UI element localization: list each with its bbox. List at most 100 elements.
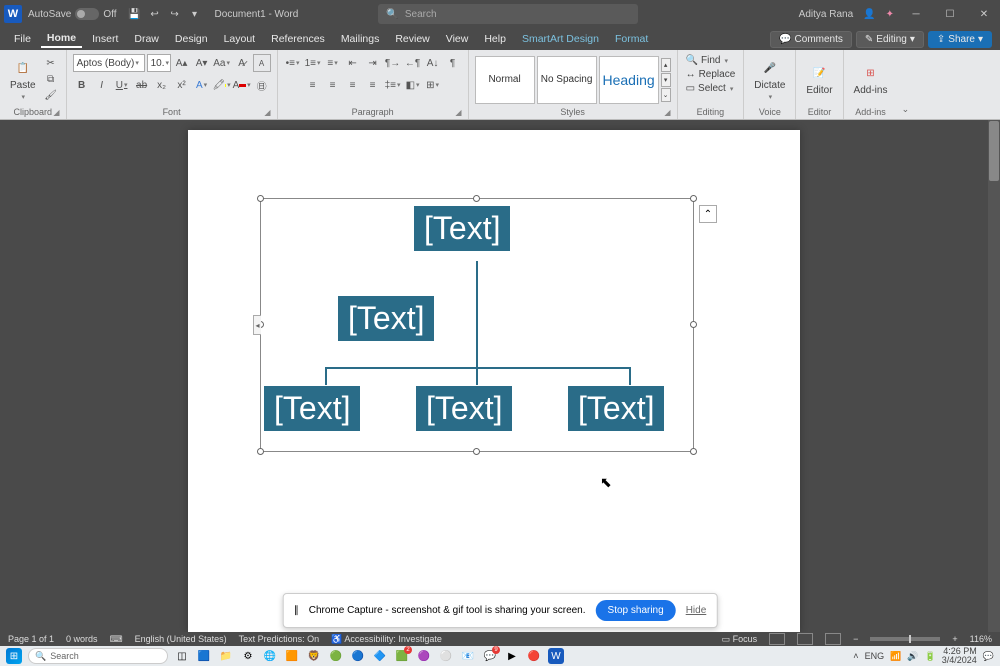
- smartart-selection[interactable]: ◂ ⌃ [Text] [Text] [Text] [Text] [Text]: [260, 198, 694, 452]
- justify-icon[interactable]: ≡: [364, 76, 382, 94]
- dictate-button[interactable]: 🎤 Dictate▾: [750, 56, 789, 103]
- tab-draw[interactable]: Draw: [128, 31, 165, 47]
- underline-button[interactable]: U▾: [113, 76, 131, 94]
- show-marks-icon[interactable]: ¶: [444, 54, 462, 72]
- taskbar-app-opera[interactable]: 🔴: [526, 648, 542, 664]
- editor-button[interactable]: 📝 Editor: [802, 61, 836, 98]
- tab-view[interactable]: View: [440, 31, 475, 47]
- zoom-level[interactable]: 116%: [970, 634, 992, 644]
- status-predictions[interactable]: Text Predictions: On: [239, 634, 320, 644]
- search-box[interactable]: 🔍 Search: [378, 4, 638, 24]
- taskbar-app-1[interactable]: 🟦: [196, 648, 212, 664]
- focus-mode-button[interactable]: ▭ Focus: [722, 634, 758, 645]
- tab-layout[interactable]: Layout: [218, 31, 262, 47]
- user-name[interactable]: Aditya Rana: [799, 9, 853, 20]
- tab-file[interactable]: File: [8, 31, 37, 47]
- zoom-out-icon[interactable]: −: [853, 634, 858, 644]
- taskbar-app-settings[interactable]: ⚙: [240, 648, 256, 664]
- status-page[interactable]: Page 1 of 1: [8, 634, 54, 644]
- style-normal[interactable]: Normal: [475, 56, 535, 104]
- font-launcher-icon[interactable]: ◢: [264, 108, 270, 117]
- save-icon[interactable]: 💾: [125, 4, 145, 24]
- maximize-button[interactable]: ☐: [938, 2, 962, 26]
- layout-options-icon[interactable]: ⌃: [699, 205, 717, 223]
- taskbar-app-explorer[interactable]: 📁: [218, 648, 234, 664]
- phonetic-icon[interactable]: A: [253, 54, 271, 72]
- sort-icon[interactable]: A↓: [424, 54, 442, 72]
- taskbar-app-11[interactable]: ▶: [504, 648, 520, 664]
- italic-button[interactable]: I: [93, 76, 111, 94]
- stop-sharing-button[interactable]: Stop sharing: [596, 600, 676, 621]
- paste-button[interactable]: 📋 Paste ▾: [6, 56, 40, 103]
- tray-battery-icon[interactable]: 🔋: [925, 651, 936, 662]
- styles-launcher-icon[interactable]: ◢: [664, 108, 670, 117]
- font-name-combo[interactable]: Aptos (Body)▾: [73, 54, 145, 72]
- clipboard-launcher-icon[interactable]: ◢: [53, 108, 59, 117]
- taskbar-app-7[interactable]: 🟣: [416, 648, 432, 664]
- shading-icon[interactable]: ◧▾: [404, 76, 422, 94]
- taskbar-app-9[interactable]: 📧: [460, 648, 476, 664]
- copy-icon[interactable]: ⧉: [42, 73, 60, 87]
- tab-mailings[interactable]: Mailings: [335, 31, 386, 47]
- tab-help[interactable]: Help: [478, 31, 512, 47]
- document-area[interactable]: ◂ ⌃ [Text] [Text] [Text] [Text] [Text] ⬉: [0, 120, 988, 632]
- status-spellcheck-icon[interactable]: ⌨: [110, 634, 123, 645]
- close-button[interactable]: ✕: [972, 2, 996, 26]
- multilevel-icon[interactable]: ≡▾: [324, 54, 342, 72]
- hide-toast-button[interactable]: Hide: [686, 605, 707, 616]
- align-right-icon[interactable]: ≡: [344, 76, 362, 94]
- taskbar-app-5[interactable]: 🟢: [328, 648, 344, 664]
- task-view-icon[interactable]: ◫: [174, 648, 190, 664]
- taskbar-app-chrome[interactable]: 🔵: [350, 648, 366, 664]
- tray-notifications-icon[interactable]: 💬: [983, 651, 994, 662]
- status-language[interactable]: English (United States): [135, 634, 227, 644]
- subscript-button[interactable]: x₂: [153, 76, 171, 94]
- view-web-icon[interactable]: [825, 633, 841, 645]
- enclose-char-icon[interactable]: ㊐: [253, 76, 271, 94]
- taskbar-app-word[interactable]: W: [548, 648, 564, 664]
- smartart-node-5[interactable]: [Text]: [567, 385, 665, 432]
- status-accessibility[interactable]: ♿ Accessibility: Investigate: [331, 634, 442, 645]
- minimize-button[interactable]: ─: [904, 2, 928, 26]
- start-button[interactable]: ⊞: [6, 648, 22, 664]
- shrink-font-icon[interactable]: A▾: [193, 54, 211, 72]
- borders-icon[interactable]: ⊞▾: [424, 76, 442, 94]
- collapse-ribbon-icon[interactable]: ⌄: [897, 50, 913, 119]
- font-color-icon[interactable]: A▾: [233, 76, 251, 94]
- tray-chevron-icon[interactable]: ˄: [853, 651, 858, 661]
- clear-format-icon[interactable]: A̷: [233, 54, 251, 72]
- tab-design[interactable]: Design: [169, 31, 214, 47]
- smartart-node-4[interactable]: [Text]: [415, 385, 513, 432]
- tray-clock[interactable]: 4:26 PM 3/4/2024: [942, 647, 977, 665]
- format-painter-icon[interactable]: 🖌: [42, 89, 60, 103]
- find-button[interactable]: 🔍Find▾: [684, 54, 730, 67]
- addins-button[interactable]: ⊞ Add-ins: [850, 61, 892, 98]
- change-case-icon[interactable]: Aa▾: [213, 54, 231, 72]
- qat-dropdown-icon[interactable]: ▾: [185, 4, 205, 24]
- paragraph-launcher-icon[interactable]: ◢: [455, 108, 461, 117]
- style-heading[interactable]: Heading: [599, 56, 659, 104]
- tab-smartart-design[interactable]: SmartArt Design: [516, 31, 605, 47]
- bullets-icon[interactable]: •≡▾: [284, 54, 302, 72]
- bold-button[interactable]: B: [73, 76, 91, 94]
- align-center-icon[interactable]: ≡: [324, 76, 342, 94]
- taskbar-app-8[interactable]: ⚪: [438, 648, 454, 664]
- cut-icon[interactable]: ✂: [42, 57, 60, 71]
- text-pane-toggle[interactable]: ◂: [253, 315, 261, 335]
- ltr-icon[interactable]: ¶→: [384, 54, 402, 72]
- decrease-indent-icon[interactable]: ⇤: [344, 54, 362, 72]
- tab-format[interactable]: Format: [609, 31, 654, 47]
- font-size-combo[interactable]: 10.▾: [147, 54, 171, 72]
- taskbar-app-2[interactable]: 🌐: [262, 648, 278, 664]
- page[interactable]: ◂ ⌃ [Text] [Text] [Text] [Text] [Text] ⬉: [188, 130, 800, 632]
- tab-home[interactable]: Home: [41, 30, 82, 48]
- rtl-icon[interactable]: ←¶: [404, 54, 422, 72]
- grow-font-icon[interactable]: A▴: [173, 54, 191, 72]
- tab-references[interactable]: References: [265, 31, 331, 47]
- toast-grip-icon[interactable]: ∥: [294, 605, 299, 616]
- line-spacing-icon[interactable]: ‡≡▾: [384, 76, 402, 94]
- user-avatar-icon[interactable]: 👤: [863, 9, 875, 20]
- superscript-button[interactable]: x²: [173, 76, 191, 94]
- highlight-icon[interactable]: 🖍▾: [213, 76, 231, 94]
- tray-wifi-icon[interactable]: 📶: [890, 651, 901, 662]
